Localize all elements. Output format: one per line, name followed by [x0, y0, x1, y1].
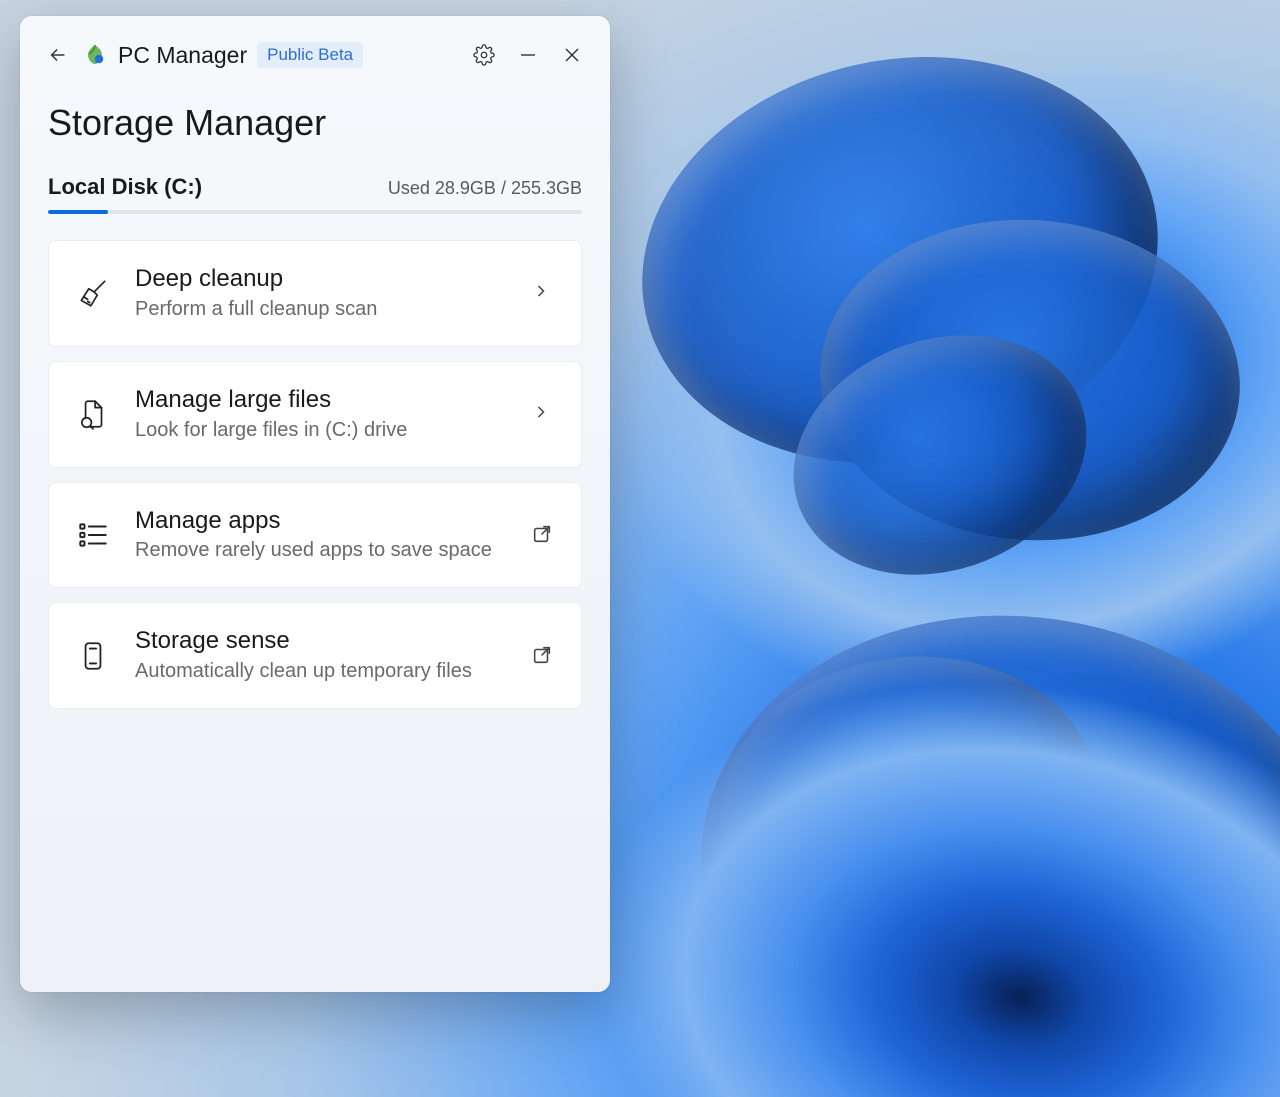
disk-name: Local Disk (C:) — [48, 174, 202, 200]
page-title: Storage Manager — [48, 102, 582, 144]
disk-usage-bar — [48, 210, 582, 214]
disk-usage-text: Used 28.9GB / 255.3GB — [388, 178, 582, 199]
minimize-button[interactable] — [506, 36, 550, 74]
card-title: Manage large files — [135, 386, 509, 415]
close-icon — [563, 46, 581, 64]
card-desc: Automatically clean up temporary files — [135, 658, 509, 684]
card-title: Manage apps — [135, 507, 509, 536]
broom-icon — [73, 273, 113, 313]
external-link-icon — [531, 644, 555, 668]
app-title: PC Manager — [118, 42, 247, 69]
external-link-icon — [531, 523, 555, 547]
chevron-right-icon — [531, 281, 555, 305]
content-area: Storage Manager Local Disk (C:) Used 28.… — [20, 80, 610, 723]
card-desc: Perform a full cleanup scan — [135, 296, 509, 322]
card-title: Deep cleanup — [135, 265, 509, 294]
card-desc: Remove rarely used apps to save space — [135, 537, 509, 563]
arrow-left-icon — [47, 44, 69, 66]
apps-list-icon — [73, 515, 113, 555]
file-search-icon — [73, 394, 113, 434]
close-button[interactable] — [550, 36, 594, 74]
settings-button[interactable] — [462, 36, 506, 74]
card-title: Storage sense — [135, 627, 509, 656]
card-deep-cleanup[interactable]: Deep cleanup Perform a full cleanup scan — [48, 240, 582, 347]
card-manage-apps[interactable]: Manage apps Remove rarely used apps to s… — [48, 482, 582, 589]
card-storage-sense[interactable]: Storage sense Automatically clean up tem… — [48, 602, 582, 709]
card-manage-large-files[interactable]: Manage large files Look for large files … — [48, 361, 582, 468]
storage-icon — [73, 636, 113, 676]
beta-badge: Public Beta — [257, 42, 363, 68]
minimize-icon — [519, 46, 537, 64]
chevron-right-icon — [531, 402, 555, 426]
titlebar: PC Manager Public Beta — [20, 30, 610, 80]
card-desc: Look for large files in (C:) drive — [135, 417, 509, 443]
app-logo-icon — [82, 42, 108, 68]
back-button[interactable] — [42, 39, 74, 71]
gear-icon — [473, 44, 495, 66]
pc-manager-window: PC Manager Public Beta Storage Manager L… — [20, 16, 610, 992]
disk-usage-fill — [48, 210, 108, 214]
disk-header: Local Disk (C:) Used 28.9GB / 255.3GB — [48, 174, 582, 200]
